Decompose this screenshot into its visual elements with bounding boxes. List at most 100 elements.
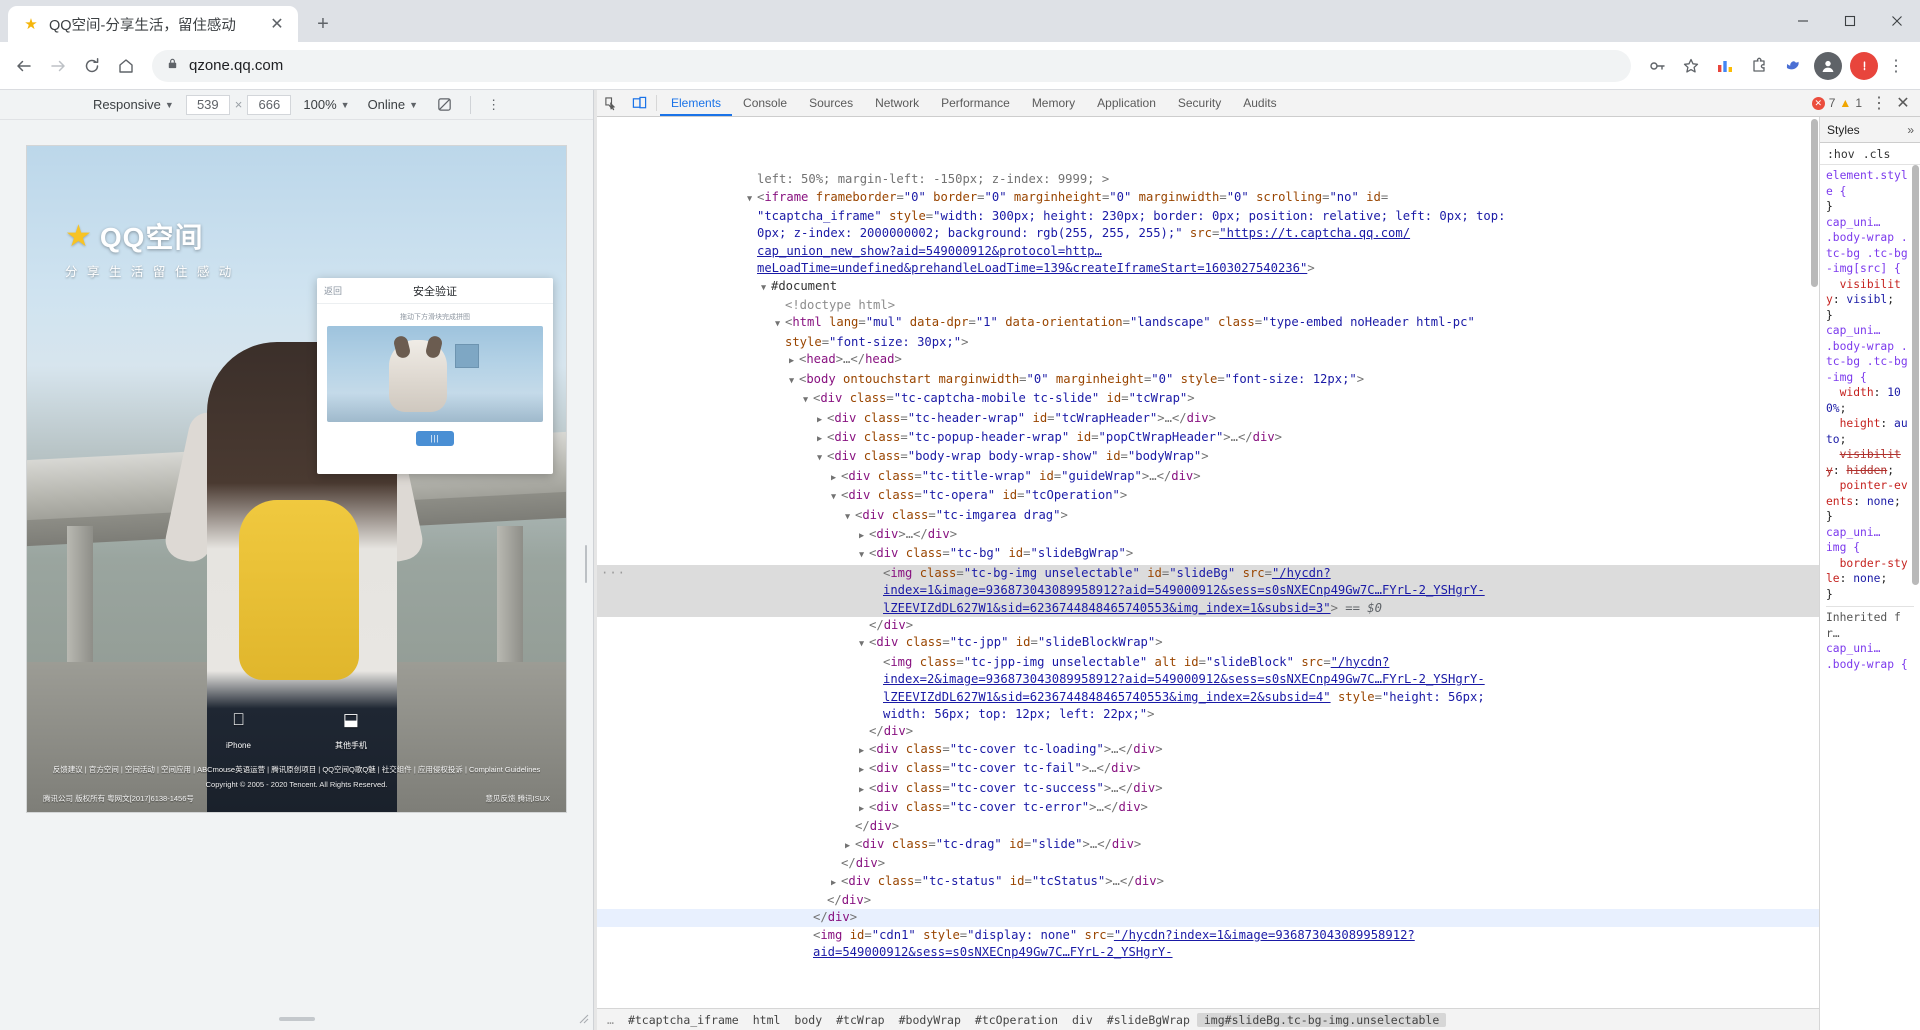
dom-tree[interactable]: left: 50%; margin-left: -150px; z-index:… <box>597 117 1819 1008</box>
dom-node-line[interactable]: ▶ <div class="tc-status" id="tcStatus">…<… <box>597 873 1819 892</box>
css-value[interactable]: none <box>1853 572 1880 585</box>
dom-node-line[interactable]: ▶ <div class="tc-cover tc-success">…</div… <box>597 780 1819 799</box>
styles-rules[interactable]: element.style {} cap_uni… .body-wrap .tc-b… <box>1820 165 1920 1030</box>
dom-node-line[interactable]: ▼ #document <box>597 278 1819 297</box>
dom-node-line[interactable]: ▶ <div class="tc-cover tc-loading">…</div… <box>597 741 1819 760</box>
back-icon[interactable] <box>8 50 40 82</box>
style-selector[interactable]: .body-wrap .tc-bg .tc-bg-img { <box>1826 340 1908 384</box>
dom-node-line[interactable]: ▼ <html lang="mul" data-dpr="1" data-orie… <box>597 314 1819 333</box>
dom-node-line[interactable]: ▼ <div class="tc-jpp" id="slideBlockWrap"… <box>597 634 1819 653</box>
device-width-input[interactable]: 539 <box>185 94 230 115</box>
dom-node-line[interactable]: ··· <img class="tc-bg-img unselectable" i… <box>597 564 1819 583</box>
breadcrumb-overflow-icon[interactable]: … <box>601 1013 621 1027</box>
avatar[interactable] <box>1814 51 1842 80</box>
dom-node-line[interactable]: ▶ <div class="tc-cover tc-fail">…</div> <box>597 760 1819 779</box>
style-selector[interactable]: .body-wrap { <box>1826 658 1908 671</box>
download-other[interactable]: ⬓ 其他手机 <box>335 704 367 753</box>
style-selector[interactable]: element.style { <box>1826 169 1908 198</box>
tab-styles[interactable]: Styles <box>1827 123 1860 137</box>
dom-node-line[interactable]: ▼ <div class="tc-bg" id="slideBgWrap"> <box>597 545 1819 564</box>
footer-links[interactable]: 反馈建议 | 官方空间 | 空间活动 | 空间应用 | ABCmouse英语运营… <box>37 763 556 777</box>
tab-sources[interactable]: Sources <box>798 90 864 116</box>
breadcrumb-item[interactable]: div <box>1065 1013 1100 1027</box>
device-resize-handle-bottom[interactable] <box>278 1017 315 1021</box>
dom-node-line[interactable]: <img id="cdn1" style="display: none" src… <box>597 927 1819 944</box>
disclosure-triangle-icon[interactable]: ▼ <box>831 489 841 506</box>
breadcrumb-item[interactable]: #slideBgWrap <box>1100 1013 1197 1027</box>
device-more-options-icon[interactable]: ⋮ <box>479 97 509 113</box>
breadcrumb-item[interactable]: #tcWrap <box>829 1013 891 1027</box>
dom-node-line[interactable]: ▶ <div class="tc-cover tc-error">…</div> <box>597 799 1819 818</box>
dom-node-line[interactable]: </div> <box>597 617 1819 634</box>
device-resize-handle-right[interactable] <box>583 545 589 583</box>
disclosure-triangle-icon[interactable]: ▼ <box>817 450 827 467</box>
breadcrumb-item[interactable]: #tcOperation <box>968 1013 1065 1027</box>
captcha-puzzle-piece[interactable] <box>455 344 479 368</box>
tab-security[interactable]: Security <box>1167 90 1232 116</box>
inspect-element-icon[interactable] <box>597 90 625 116</box>
dom-node-line[interactable]: 0px; z-index: 2000000002; background: rg… <box>597 225 1819 242</box>
star-icon[interactable] <box>1675 50 1707 82</box>
breadcrumb[interactable]: … #tcaptcha_iframe html body #tcWrap #bodyWra… <box>597 1008 1819 1030</box>
disclosure-triangle-icon[interactable]: ▶ <box>859 743 869 760</box>
toggle-device-toolbar-icon[interactable] <box>625 90 653 116</box>
dom-node-line[interactable]: ▶ <div class="tc-title-wrap" id="guideWra… <box>597 468 1819 487</box>
style-selector[interactable]: .body-wrap .tc-bg .tc-bg-img[src] { <box>1826 231 1908 275</box>
home-icon[interactable] <box>110 50 142 82</box>
dom-node-line[interactable]: cap_union_new_show?aid=549000912&protoco… <box>597 243 1819 260</box>
captcha-slider-handle[interactable]: ||| <box>416 431 454 446</box>
extension-puzzle-icon[interactable] <box>1743 50 1775 82</box>
profile-extension-icon[interactable] <box>1850 51 1878 80</box>
forward-icon[interactable] <box>42 50 74 82</box>
css-property[interactable]: height <box>1840 417 1881 430</box>
breadcrumb-item[interactable]: body <box>787 1013 829 1027</box>
disclosure-triangle-icon[interactable]: ▶ <box>831 875 841 892</box>
breadcrumb-item[interactable]: #bodyWrap <box>892 1013 968 1027</box>
dom-node-line[interactable]: <img class="tc-jpp-img unselectable" alt… <box>597 654 1819 671</box>
address-bar[interactable]: qzone.qq.com <box>152 49 1631 82</box>
disclosure-triangle-icon[interactable]: ▼ <box>859 636 869 653</box>
style-selector[interactable]: cap_uni… <box>1826 526 1880 539</box>
tab-elements[interactable]: Elements <box>660 90 732 116</box>
breadcrumb-item[interactable]: img#slideBg.tc-bg-img.unselectable <box>1196 1012 1447 1027</box>
styles-more-icon[interactable]: » <box>1907 123 1920 137</box>
dom-node-line[interactable]: ▼ <div class="body-wrap body-wrap-show" i… <box>597 448 1819 467</box>
expand-ellipsis-icon[interactable]: ··· <box>601 565 626 582</box>
dom-node-line[interactable]: aid=549000912&sess=s0sNXECnp49Gw7C…FYrL-… <box>597 944 1819 961</box>
tab-performance[interactable]: Performance <box>930 90 1021 116</box>
css-value[interactable]: none <box>1867 495 1894 508</box>
minimize-button[interactable] <box>1779 0 1826 42</box>
dom-node-line[interactable]: lZEEVIZdDL627W1&sid=6236744848465740553&… <box>597 689 1819 706</box>
dom-node-line[interactable]: index=1&image=936873043089958912?aid=549… <box>597 582 1819 600</box>
error-warning-counts[interactable]: ✕ 7 ▲ 1 <box>1811 96 1866 110</box>
dom-node-line[interactable]: ▶ <div class="tc-popup-header-wrap" id="p… <box>597 429 1819 448</box>
dom-node-line[interactable]: ▶ <head>…</head> <box>597 351 1819 370</box>
dom-node-line[interactable]: </div> <box>597 892 1819 909</box>
zoom-selector[interactable]: 100% ▼ <box>294 94 358 116</box>
dom-node-line[interactable]: lZEEVIZdDL627W1&sid=6236744848465740553&… <box>597 599 1819 617</box>
dom-node-line[interactable]: width: 56px; top: 12px; left: 22px;"> <box>597 706 1819 723</box>
close-icon[interactable]: ✕ <box>266 13 288 35</box>
dom-node-line[interactable]: ▼ <body ontouchstart marginwidth="0" marg… <box>597 371 1819 390</box>
disclosure-triangle-icon[interactable]: ▶ <box>817 431 827 448</box>
tab-application[interactable]: Application <box>1086 90 1167 116</box>
disclosure-triangle-icon[interactable]: ▶ <box>831 470 841 487</box>
dom-node-line[interactable]: ▼ <div class="tc-captcha-mobile tc-slide"… <box>597 390 1819 409</box>
dom-node-line[interactable]: ▶ <div>…</div> <box>597 526 1819 545</box>
dom-node-line[interactable]: ▶ <div class="tc-drag" id="slide">…</div> <box>597 836 1819 855</box>
dom-node-line[interactable]: </div> <box>597 855 1819 872</box>
disclosure-triangle-icon[interactable]: ▼ <box>775 316 785 333</box>
disclosure-triangle-icon[interactable]: ▼ <box>747 191 757 208</box>
new-tab-button[interactable]: + <box>308 9 338 39</box>
css-property[interactable]: width <box>1840 386 1874 399</box>
disclosure-triangle-icon[interactable]: ▶ <box>817 412 827 429</box>
disclosure-triangle-icon[interactable]: ▶ <box>859 801 869 818</box>
styles-scrollbar[interactable] <box>1912 165 1919 585</box>
style-selector[interactable]: cap_uni… <box>1826 324 1880 337</box>
disclosure-triangle-icon[interactable]: ▶ <box>845 838 855 855</box>
breadcrumb-item[interactable]: #tcaptcha_iframe <box>621 1013 746 1027</box>
window-close-button[interactable] <box>1873 0 1920 42</box>
css-value[interactable]: visibl <box>1846 293 1887 306</box>
devtools-settings-icon[interactable]: ⋮ <box>1868 92 1890 114</box>
dom-node-line[interactable]: left: 50%; margin-left: -150px; z-index:… <box>597 171 1819 188</box>
